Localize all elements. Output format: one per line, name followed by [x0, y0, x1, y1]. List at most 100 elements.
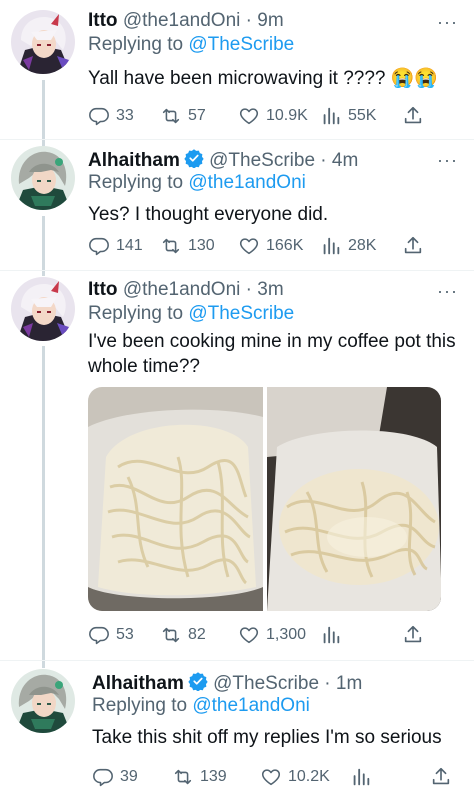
mention-link[interactable]: @TheScribe — [188, 34, 294, 55]
handle-and-time[interactable]: @TheScribe · 1m — [213, 673, 362, 694]
photo-image — [88, 387, 263, 611]
avatar[interactable] — [11, 277, 75, 341]
reply-icon — [88, 105, 110, 127]
tweet-text: Yes? I thought everyone did. — [88, 204, 329, 225]
retweet-button[interactable]: 139 — [172, 766, 260, 788]
display-name[interactable]: Alhaitham — [88, 150, 180, 171]
share-button[interactable] — [430, 766, 452, 788]
tweet-text: I've been cooking mine in my coffee pot … — [88, 331, 456, 377]
tweet[interactable]: Alhaitham @TheScribe · 1m Replying to @t… — [0, 661, 474, 791]
reply-count: 39 — [120, 768, 138, 785]
reply-button[interactable]: 39 — [92, 766, 172, 788]
avatar[interactable] — [11, 10, 75, 74]
photo-image — [266, 387, 441, 611]
retweet-count: 82 — [188, 626, 206, 643]
action-bar: 53 82 1,300 — [88, 623, 428, 647]
views-icon — [320, 105, 342, 127]
more-icon[interactable]: ··· — [437, 281, 458, 302]
replying-to-label: Replying to — [92, 695, 188, 716]
view-count: 55K — [348, 107, 377, 124]
action-bar: 39 139 10.2K — [92, 765, 462, 789]
verified-badge-icon — [184, 148, 204, 168]
retweet-icon — [160, 105, 182, 127]
tweet[interactable]: Itto @the1andOni · 3m ··· Replying to @T… — [0, 271, 474, 659]
reply-button[interactable]: 53 — [88, 624, 160, 646]
tweet[interactable]: Itto @the1andOni · 9m ··· Replying to @T… — [0, 0, 474, 138]
like-button[interactable]: 10.9K — [238, 105, 320, 127]
like-count: 1,300 — [266, 626, 307, 643]
replying-to-label: Replying to — [88, 172, 184, 193]
display-name[interactable]: Itto — [88, 10, 118, 31]
verified-badge-icon — [188, 671, 208, 691]
share-button[interactable] — [402, 624, 424, 646]
like-icon — [260, 766, 282, 788]
more-icon[interactable]: ··· — [437, 150, 458, 171]
avatar[interactable] — [11, 669, 75, 733]
tweet-header: Itto @the1andOni · 9m — [88, 10, 284, 32]
like-button[interactable]: 10.2K — [260, 766, 350, 788]
like-button[interactable]: 1,300 — [238, 624, 320, 646]
media-grid[interactable] — [88, 387, 441, 611]
views-button[interactable]: 28K — [320, 235, 402, 257]
share-icon — [402, 235, 424, 257]
reply-icon — [92, 766, 114, 788]
display-name[interactable]: Itto — [88, 279, 118, 300]
handle-and-time[interactable]: @the1andOni · 9m — [123, 10, 284, 31]
reply-button[interactable]: 141 — [88, 235, 160, 257]
replying-to: Replying to @the1andOni — [92, 695, 310, 717]
reply-count: 33 — [116, 107, 134, 124]
retweet-count: 57 — [188, 107, 206, 124]
share-icon — [430, 766, 452, 788]
alhaitham-avatar-icon — [11, 669, 75, 733]
reply-count: 53 — [116, 626, 134, 643]
replying-to: Replying to @TheScribe — [88, 303, 294, 325]
handle-and-time[interactable]: @the1andOni · 3m — [123, 279, 284, 300]
replying-to-label: Replying to — [88, 303, 184, 324]
tweet-text: Yall have been microwaving it ???? 😭😭 — [88, 68, 439, 89]
reply-button[interactable]: 33 — [88, 105, 160, 127]
retweet-button[interactable]: 57 — [160, 105, 238, 127]
replying-to: Replying to @the1andOni — [88, 172, 306, 194]
more-icon[interactable]: ··· — [437, 12, 458, 33]
views-button[interactable] — [350, 766, 430, 788]
noodles-in-coffee-pot-photo-2[interactable] — [266, 387, 441, 611]
handle-and-time[interactable]: @TheScribe · 4m — [209, 150, 358, 171]
share-button[interactable] — [402, 105, 424, 127]
retweet-count: 130 — [188, 237, 215, 254]
replying-to: Replying to @TheScribe — [88, 34, 294, 56]
views-icon — [350, 766, 372, 788]
display-name[interactable]: Alhaitham — [92, 673, 184, 694]
retweet-button[interactable]: 82 — [160, 624, 238, 646]
noodles-in-coffee-pot-photo[interactable] — [88, 387, 263, 611]
tweet-header: Alhaitham @TheScribe · 4m — [88, 148, 358, 172]
retweet-button[interactable]: 130 — [160, 235, 238, 257]
tweet-text: Take this shit off my replies I'm so ser… — [92, 727, 442, 748]
itto-avatar-icon — [11, 277, 75, 341]
avatar[interactable] — [11, 146, 75, 210]
views-button[interactable] — [320, 624, 402, 646]
share-icon — [402, 105, 424, 127]
itto-avatar-icon — [11, 10, 75, 74]
views-button[interactable]: 55K — [320, 105, 402, 127]
retweet-icon — [160, 624, 182, 646]
alhaitham-avatar-icon — [11, 146, 75, 210]
mention-link[interactable]: @the1andOni — [192, 695, 310, 716]
like-icon — [238, 105, 260, 127]
retweet-icon — [160, 235, 182, 257]
retweet-icon — [172, 766, 194, 788]
reply-count: 141 — [116, 237, 143, 254]
like-button[interactable]: 166K — [238, 235, 320, 257]
mention-link[interactable]: @the1andOni — [188, 172, 306, 193]
like-count: 10.9K — [266, 107, 308, 124]
tweet-header: Alhaitham @TheScribe · 1m — [92, 671, 362, 695]
views-icon — [320, 624, 342, 646]
action-bar: 141 130 166K 28K — [88, 234, 428, 258]
mention-link[interactable]: @TheScribe — [188, 303, 294, 324]
tweet[interactable]: Alhaitham @TheScribe · 4m ··· Replying t… — [0, 140, 474, 270]
replying-to-label: Replying to — [88, 34, 184, 55]
share-button[interactable] — [402, 235, 424, 257]
action-bar: 33 57 10.9K 55K — [88, 104, 428, 128]
retweet-count: 139 — [200, 768, 227, 785]
like-count: 10.2K — [288, 768, 330, 785]
reply-icon — [88, 624, 110, 646]
